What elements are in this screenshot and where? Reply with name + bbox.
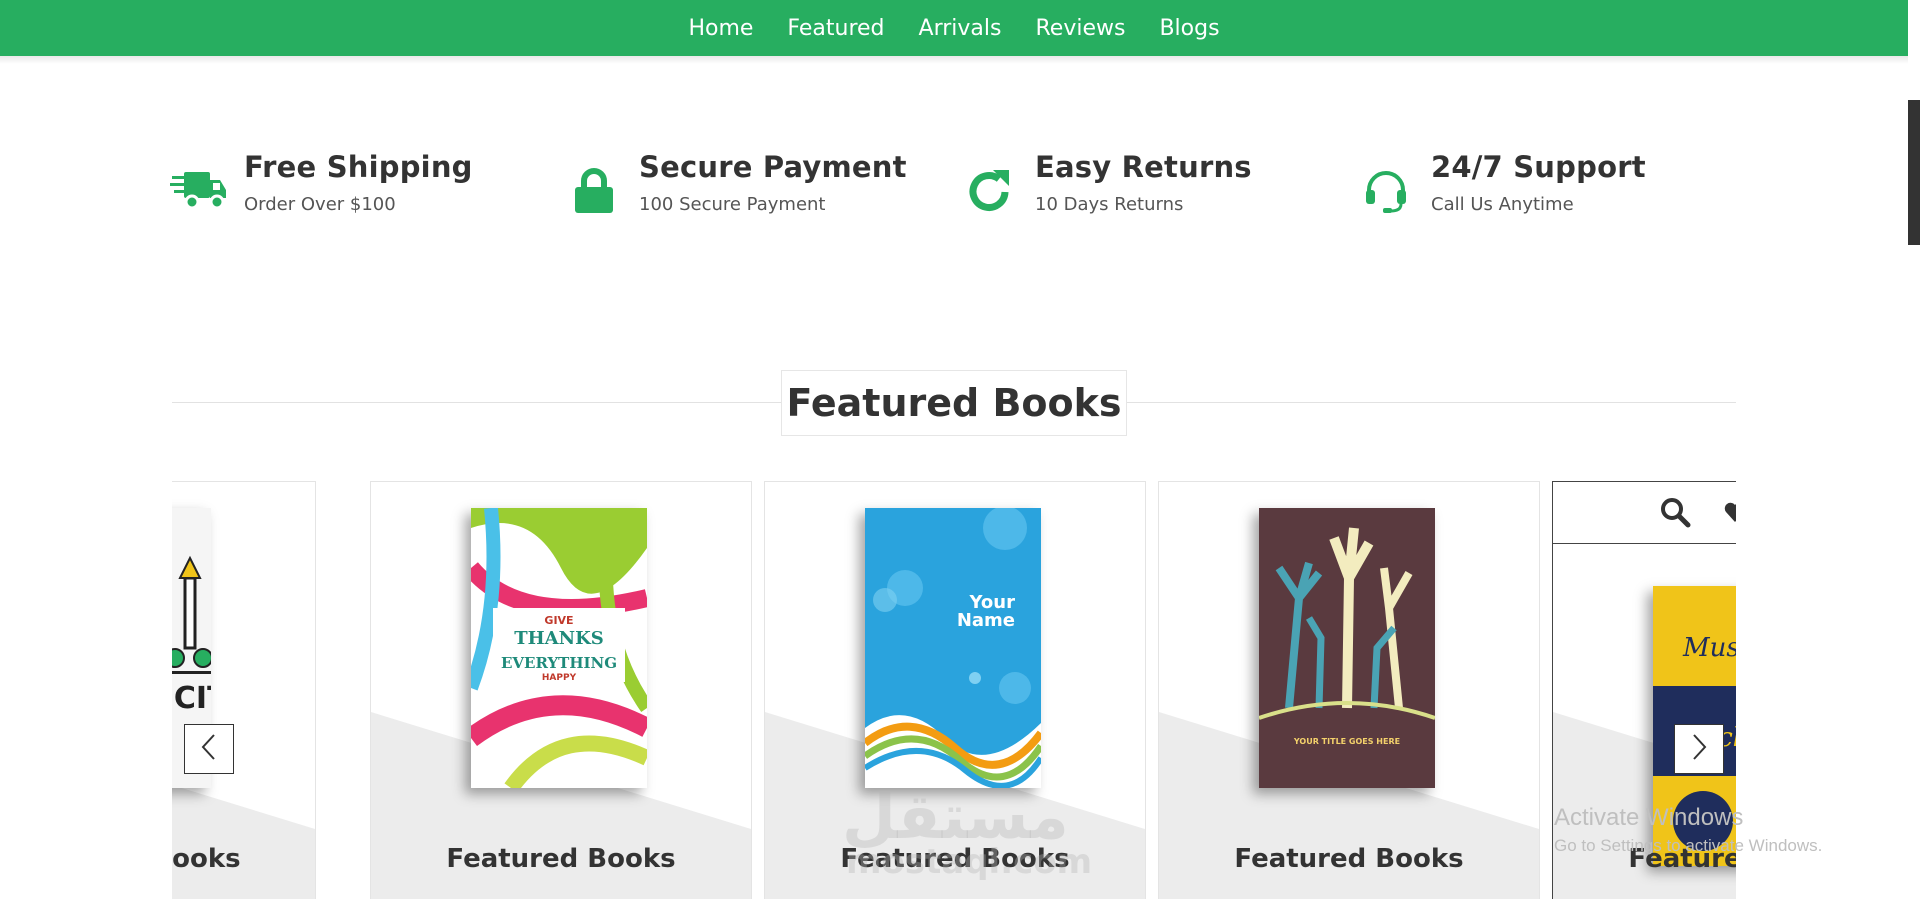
- book-cover-image: GIVE THANKS EVERYTHING HAPPY: [471, 508, 647, 788]
- card-toolbar: [1553, 482, 1736, 544]
- activation-title: Activate Windows: [1554, 804, 1744, 831]
- book-card[interactable]: T CITY Featured Books: [172, 481, 316, 899]
- icon-item-title: Secure Payment: [639, 150, 907, 184]
- icon-item-shipping: Free Shipping Order Over $100: [170, 150, 473, 220]
- features-icons-section: Free Shipping Order Over $100 Secure Pay…: [170, 150, 1740, 250]
- icon-item-title: Easy Returns: [1035, 150, 1252, 184]
- svg-text:THANKS: THANKS: [514, 628, 603, 649]
- chevron-right-icon: [1689, 732, 1709, 766]
- activation-subtitle: Go to Settings to activate Windows.: [1554, 836, 1823, 855]
- search-icon[interactable]: [1659, 496, 1691, 532]
- icon-item-subtitle: 100 Secure Payment: [639, 194, 826, 215]
- icon-item-support: 24/7 Support Call Us Anytime: [1357, 150, 1646, 220]
- svg-text:T CITY: T CITY: [172, 681, 211, 716]
- icon-item-returns: Easy Returns 10 Days Returns: [961, 150, 1252, 220]
- nav-home-link[interactable]: Home: [688, 16, 753, 41]
- section-heading-text: Featured Books: [786, 381, 1122, 425]
- heart-icon[interactable]: [1723, 500, 1736, 528]
- navbar-shadow: [0, 56, 1908, 64]
- svg-text:Music: Music: [1682, 633, 1736, 663]
- icon-item-subtitle: 10 Days Returns: [1035, 194, 1184, 215]
- scrollbar-thumb[interactable]: [1908, 100, 1920, 245]
- book-caption: Featured Books: [172, 844, 241, 874]
- book-cover-image: YOUR TITLE GOES HERE: [1259, 508, 1435, 788]
- page-scrollbar[interactable]: [1908, 0, 1920, 899]
- book-caption: Featured Books: [1234, 844, 1464, 874]
- icon-item-payment: Secure Payment 100 Secure Payment: [565, 150, 907, 220]
- book-card[interactable]: YOUR TITLE GOES HERE Featured Books: [1158, 481, 1540, 899]
- nav-blogs-link[interactable]: Blogs: [1159, 16, 1219, 41]
- icon-item-title: 24/7 Support: [1431, 150, 1646, 184]
- svg-text:EVERYTHING: EVERYTHING: [501, 654, 617, 672]
- svg-text:HAPPY: HAPPY: [542, 673, 577, 683]
- book-card[interactable]: GIVE THANKS EVERYTHING HAPPY Featured Bo…: [370, 481, 752, 899]
- svg-text:Name: Name: [957, 610, 1015, 631]
- section-heading: Featured Books: [781, 370, 1127, 436]
- site-watermark-latin: mostaql.com: [846, 842, 1093, 882]
- lock-icon: [565, 162, 623, 220]
- headset-icon: [1357, 162, 1415, 220]
- nav-reviews-link[interactable]: Reviews: [1035, 16, 1125, 41]
- windows-activation-watermark: Activate Windows Go to Settings to activ…: [1554, 804, 1822, 856]
- slider-next-button[interactable]: [1674, 724, 1724, 774]
- nav-arrivals-link[interactable]: Arrivals: [919, 16, 1002, 41]
- icon-item-subtitle: Order Over $100: [244, 194, 396, 215]
- icon-item-title: Free Shipping: [244, 150, 473, 184]
- svg-text:GIVE: GIVE: [544, 614, 573, 627]
- icon-item-subtitle: Call Us Anytime: [1431, 194, 1574, 215]
- top-navbar: Home Featured Arrivals Reviews Blogs: [0, 0, 1908, 56]
- book-cover-image: Your Name: [865, 508, 1041, 788]
- redo-icon: [961, 162, 1019, 220]
- nav-featured-link[interactable]: Featured: [787, 16, 884, 41]
- chevron-left-icon: [199, 732, 219, 766]
- truck-icon: [170, 162, 228, 220]
- svg-text:YOUR TITLE GOES HERE: YOUR TITLE GOES HERE: [1293, 737, 1400, 746]
- book-caption: Featured Books: [446, 844, 676, 874]
- slider-prev-button[interactable]: [184, 724, 234, 774]
